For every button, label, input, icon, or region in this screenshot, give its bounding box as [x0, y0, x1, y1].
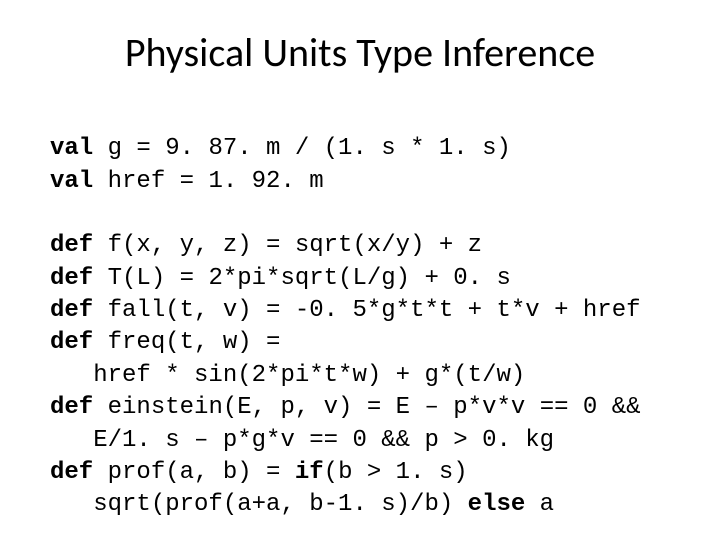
line-7: def einstein(E, p, v) = E – p*v*v == 0 &… — [50, 394, 641, 421]
keyword-def: def — [50, 329, 93, 356]
line-3: def f(x, y, z) = sqrt(x/y) + z — [50, 232, 482, 259]
line-6b: href * sin(2*pi*t*w) + g*(t/w) — [50, 362, 525, 389]
keyword-else: else — [468, 491, 526, 518]
blank-line — [50, 198, 670, 230]
keyword-if: if — [295, 459, 324, 486]
code-text: einstein(E, p, v) = E – p*v*v == 0 && — [93, 394, 640, 421]
line-6: def freq(t, w) = — [50, 329, 280, 356]
code-text: g = 9. 87. m / (1. s * 1. s) — [93, 135, 511, 162]
code-text: href = 1. 92. m — [93, 168, 323, 195]
keyword-def: def — [50, 232, 93, 259]
code-text: T(L) = 2*pi*sqrt(L/g) + 0. s — [93, 265, 511, 292]
line-2: val href = 1. 92. m — [50, 168, 324, 195]
line-4: def T(L) = 2*pi*sqrt(L/g) + 0. s — [50, 265, 511, 292]
code-text: a — [525, 491, 554, 518]
keyword-def: def — [50, 265, 93, 292]
code-text: (b > 1. s) — [324, 459, 468, 486]
keyword-def: def — [50, 394, 93, 421]
keyword-def: def — [50, 297, 93, 324]
code-block: val g = 9. 87. m / (1. s * 1. s) val hre… — [50, 101, 670, 522]
line-7b: E/1. s – p*g*v == 0 && p > 0. kg — [50, 427, 554, 454]
keyword-val: val — [50, 168, 93, 195]
slide-title: Physical Units Type Inference — [50, 28, 670, 77]
line-8c: sqrt(prof(a+a, b-1. s)/b) else a — [50, 491, 554, 518]
keyword-def: def — [50, 459, 93, 486]
slide: Physical Units Type Inference val g = 9.… — [0, 0, 720, 540]
code-text: freq(t, w) = — [93, 329, 280, 356]
code-text: prof(a, b) = — [93, 459, 295, 486]
line-1: val g = 9. 87. m / (1. s * 1. s) — [50, 135, 511, 162]
code-text: fall(t, v) = -0. 5*g*t*t + t*v + href — [93, 297, 640, 324]
keyword-val: val — [50, 135, 93, 162]
code-text: sqrt(prof(a+a, b-1. s)/b) — [50, 491, 468, 518]
code-text: f(x, y, z) = sqrt(x/y) + z — [93, 232, 482, 259]
line-8: def prof(a, b) = if(b > 1. s) — [50, 459, 468, 486]
line-5: def fall(t, v) = -0. 5*g*t*t + t*v + hre… — [50, 297, 641, 324]
